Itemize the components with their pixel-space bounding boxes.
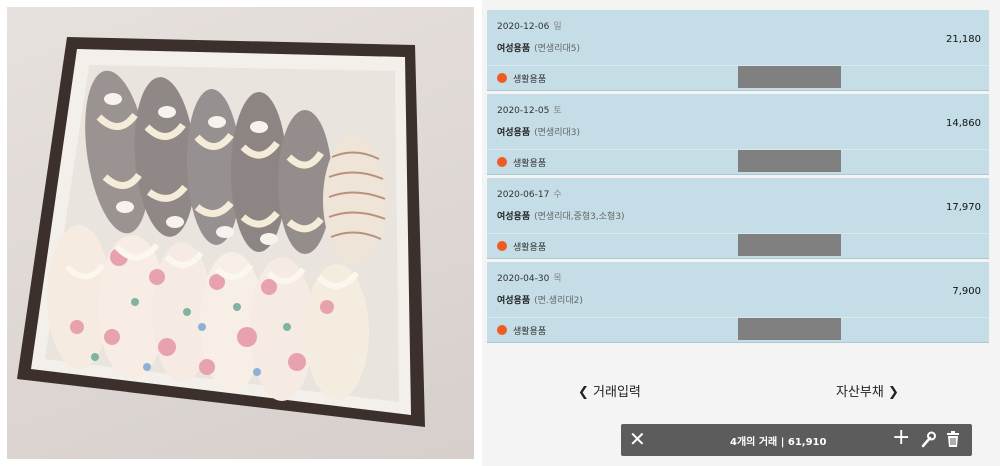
transaction-amount: 21,180 xyxy=(946,34,981,45)
transaction-category-line: 여성용품 (면생리대5) xyxy=(497,41,580,54)
transaction-date: 2020-04-30 목 xyxy=(497,274,562,284)
nav-prev-label: 거래입력 xyxy=(593,385,641,400)
trash-icon[interactable] xyxy=(946,430,960,448)
transaction-category-line: 여성용품 (면.생리대2) xyxy=(497,293,583,306)
transaction-card[interactable]: 2020-12-05 토 여성용품 (면생리대3) 14,860 생활용품 xyxy=(487,94,989,175)
transaction-date: 2020-06-17 수 xyxy=(497,190,562,200)
selection-action-bar: ✕ 4개의 거래 | 61,910 + xyxy=(621,424,972,456)
wrench-icon[interactable] xyxy=(920,430,936,448)
transaction-account: 생활용품 xyxy=(513,243,547,253)
transaction-weekday: 수 xyxy=(553,190,562,200)
transaction-account-row: 생활용품 xyxy=(487,65,989,90)
nav-prev-button[interactable]: ❮ 거래입력 xyxy=(578,381,641,400)
account-dot-icon xyxy=(497,73,507,83)
chevron-left-icon: ❮ xyxy=(578,385,589,400)
transaction-account-row: 생활용품 xyxy=(487,317,989,342)
transaction-category: 여성용품 xyxy=(497,44,531,54)
transaction-card[interactable]: 2020-12-06 일 여성용품 (면생리대5) 21,180 생활용품 xyxy=(487,10,989,91)
transaction-weekday: 토 xyxy=(553,106,562,116)
transaction-memo: (면생리대,중형3,소형3) xyxy=(534,212,625,222)
transaction-account-row: 생활용품 xyxy=(487,149,989,174)
transaction-weekday: 일 xyxy=(553,22,562,32)
chevron-right-icon: ❯ xyxy=(887,385,899,400)
account-dot-icon xyxy=(497,241,507,251)
account-dot-icon xyxy=(497,157,507,167)
transaction-date: 2020-12-05 토 xyxy=(497,106,562,116)
transaction-amount: 14,860 xyxy=(946,118,981,129)
transaction-category: 여성용품 xyxy=(497,212,531,222)
transaction-list-panel: 2020-12-06 일 여성용품 (면생리대5) 21,180 생활용품 2020… xyxy=(482,0,1000,466)
transaction-card[interactable]: 2020-04-30 목 여성용품 (면.생리대2) 7,900 생활용품 xyxy=(487,262,989,343)
transaction-account: 생활용품 xyxy=(513,327,547,337)
plus-icon[interactable]: + xyxy=(892,425,910,450)
transaction-category-line: 여성용품 (면생리대,중형3,소형3) xyxy=(497,209,625,222)
photo-cloth-pads-in-box xyxy=(7,7,474,459)
transaction-category-line: 여성용품 (면생리대3) xyxy=(497,125,580,138)
nav-next-label: 자산부채 xyxy=(836,385,884,400)
redacted-block xyxy=(738,66,841,88)
transaction-memo: (면생리대3) xyxy=(534,128,580,138)
transaction-card[interactable]: 2020-06-17 수 여성용품 (면생리대,중형3,소형3) 17,970 생활… xyxy=(487,178,989,259)
transaction-category: 여성용품 xyxy=(497,128,531,138)
close-icon[interactable]: ✕ xyxy=(629,427,646,451)
nav-next-button[interactable]: 자산부채 ❯ xyxy=(836,381,899,400)
redacted-block xyxy=(738,318,841,340)
redacted-block xyxy=(738,234,841,256)
photo-illustration xyxy=(17,37,425,427)
transaction-account-row: 생활용품 xyxy=(487,233,989,258)
transaction-account: 생활용품 xyxy=(513,159,547,169)
transaction-amount: 17,970 xyxy=(946,202,981,213)
transaction-date: 2020-12-06 일 xyxy=(497,22,562,32)
selection-summary: 4개의 거래 | 61,910 xyxy=(730,437,827,448)
transaction-account: 생활용품 xyxy=(513,75,547,85)
transaction-memo: (면.생리대2) xyxy=(534,296,583,306)
transaction-category: 여성용품 xyxy=(497,296,531,306)
transaction-amount: 7,900 xyxy=(952,286,981,297)
page-nav: ❮ 거래입력 자산부채 ❯ xyxy=(482,376,1000,404)
account-dot-icon xyxy=(497,325,507,335)
transaction-memo: (면생리대5) xyxy=(534,44,580,54)
redacted-block xyxy=(738,150,841,172)
transaction-weekday: 목 xyxy=(553,274,562,284)
